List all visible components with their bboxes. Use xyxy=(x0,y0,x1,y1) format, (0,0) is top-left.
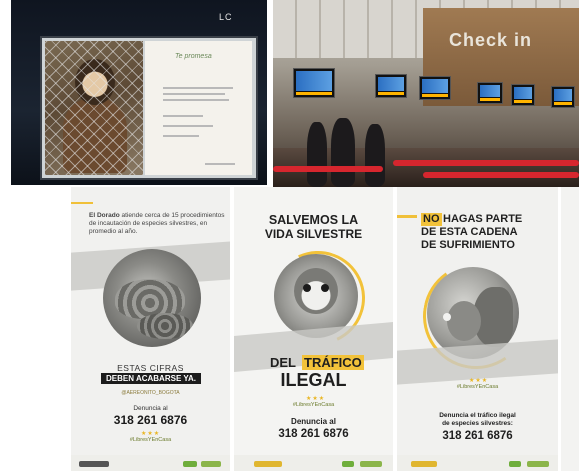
hashtag: #LibresYEnCasa xyxy=(129,437,172,443)
phone-number: 318 261 6876 xyxy=(113,413,188,427)
no-highlight: NO xyxy=(421,213,442,226)
poster-save-wildlife: SALVEMOS LA VIDA SILVESTRE DEL TRÁFICO I… xyxy=(234,187,393,471)
mini-text-line xyxy=(163,93,225,95)
title-line-2: VIDA SILVESTRE xyxy=(264,227,363,241)
sponsor-logo-icon xyxy=(360,461,382,467)
denuncia-label: Denuncia al xyxy=(291,417,336,426)
monkey-eye xyxy=(303,284,311,292)
checkin-monitor xyxy=(375,74,407,98)
title-line-1: SALVEMOS LA xyxy=(268,213,359,227)
sponsor-logo-icon xyxy=(527,461,549,467)
monkey-face xyxy=(294,268,338,314)
checkin-monitor xyxy=(477,82,503,104)
checkin-monitor xyxy=(551,86,575,108)
del-word: DEL xyxy=(270,355,296,370)
traveler xyxy=(307,122,327,187)
mini-logo-line xyxy=(205,163,235,165)
sponsor-logo-icon xyxy=(254,461,282,467)
stars-icon: ★★★ xyxy=(306,396,326,402)
checkin-monitor xyxy=(419,76,451,100)
logo-footer xyxy=(397,455,558,471)
checkin-sign: Check in xyxy=(449,30,533,50)
poster-edge xyxy=(561,187,579,471)
airport-checkin-photo: Check in xyxy=(273,0,579,187)
monkey-eye xyxy=(321,284,329,292)
led-screen: Te promesa xyxy=(40,36,258,180)
logo-footer xyxy=(71,455,230,471)
mini-poster-title: Te promesa xyxy=(175,53,212,60)
denuncia-label: Denuncia al xyxy=(133,405,168,412)
sponsor-logo-icon xyxy=(79,461,109,467)
title-line-1: HAGAS PARTE xyxy=(443,213,523,225)
mini-text-line xyxy=(163,135,199,137)
stars-icon: ★★★ xyxy=(141,431,161,437)
sponsor-logo-icon xyxy=(509,461,521,467)
logo-footer xyxy=(234,455,393,471)
poster-suffering-chain: NO HAGAS PARTE DE ESTA CADENA DE SUFRIMI… xyxy=(397,187,558,471)
ilegal-word: ILEGAL xyxy=(280,370,347,390)
traveler xyxy=(331,118,355,187)
tortoise-shell xyxy=(137,313,193,339)
handle: @AEREONITO_BOGOTA xyxy=(121,390,180,396)
queue-rope xyxy=(393,160,579,166)
mini-poster-panel: Te promesa xyxy=(145,41,252,175)
poster-statistics: El Dorado atiende cerca de 15 procedimie… xyxy=(71,187,230,471)
stadium-sign-text: LC xyxy=(219,12,233,22)
chain-link-fence xyxy=(45,41,143,175)
mini-text-line xyxy=(163,99,229,101)
phone-number: 318 261 6876 xyxy=(278,428,349,440)
sponsor-logo-icon xyxy=(183,461,197,467)
title-line-3: DE SUFRIMIENTO xyxy=(421,239,515,251)
line-2-highlight: DEBEN ACABARSE YA. xyxy=(101,373,201,384)
title-line-2: DE ESTA CADENA xyxy=(421,226,518,238)
queue-rope xyxy=(273,166,383,172)
denuncia-line-1: Denuncia el tráfico ilegal xyxy=(439,412,516,419)
phone-number: 318 261 6876 xyxy=(442,430,513,442)
tortoise-photo xyxy=(103,249,201,347)
sponsor-logo-icon xyxy=(342,461,354,467)
stadium-screen-photo: LC Te promesa xyxy=(11,0,267,185)
mini-text-line xyxy=(163,87,233,89)
intro-text: El Dorado atiende cerca de 15 procedimie… xyxy=(89,212,225,236)
mini-text-line xyxy=(163,125,213,127)
squirrel-body xyxy=(447,301,481,341)
trafico-highlight: TRÁFICO xyxy=(302,355,364,370)
sponsor-logo-icon xyxy=(201,461,221,467)
accent-strip xyxy=(397,215,417,218)
accent-strip xyxy=(71,202,93,204)
stars-icon: ★★★ xyxy=(469,378,489,384)
hashtag: #LibresYEnCasa xyxy=(292,402,335,408)
hashtag: #LibresYEnCasa xyxy=(456,384,499,390)
intro-bold: El Dorado xyxy=(89,212,120,219)
caged-monkey-image xyxy=(45,41,143,175)
mini-text-line xyxy=(163,115,203,117)
squirrel-nut xyxy=(443,313,451,321)
checkin-monitor xyxy=(511,84,535,106)
sponsor-logo-icon xyxy=(411,461,437,467)
traveler xyxy=(365,124,385,187)
checkin-monitor xyxy=(293,68,335,98)
line-1: ESTAS CIFRAS xyxy=(117,363,184,373)
denuncia-line-2: de especies silvestres: xyxy=(442,420,513,427)
queue-rope xyxy=(423,172,579,178)
